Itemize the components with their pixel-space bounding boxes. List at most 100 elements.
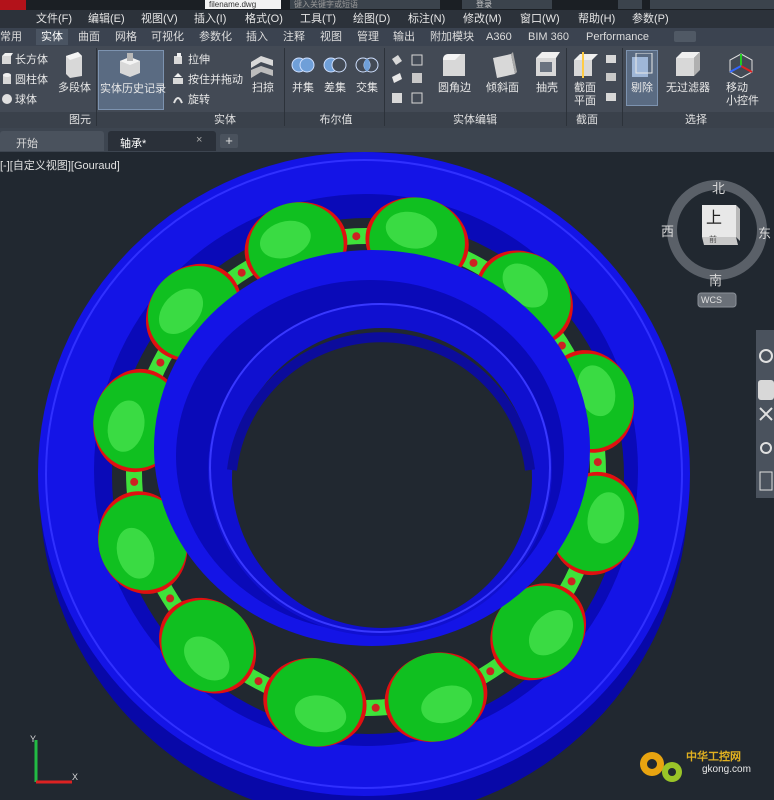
bearing-model xyxy=(38,152,690,800)
panel-divider xyxy=(96,48,97,126)
panel-label-selection: 选择 xyxy=(685,114,707,126)
menu-parameters[interactable]: 参数(P) xyxy=(632,12,669,26)
sphere-button[interactable]: 球体 xyxy=(15,94,37,107)
menu-edit[interactable]: 编辑(E) xyxy=(88,12,125,26)
subtract-button[interactable]: 差集 xyxy=(324,82,346,95)
tab-view[interactable]: 视图 xyxy=(320,29,342,45)
sign-in-button[interactable]: 登录 xyxy=(462,0,552,9)
panel-divider xyxy=(622,48,623,126)
new-tab-button[interactable]: + xyxy=(220,134,238,148)
panel-label-section: 截面 xyxy=(576,114,598,126)
union-button[interactable]: 并集 xyxy=(292,82,314,95)
polysolid-icon xyxy=(66,52,82,78)
close-tab-icon[interactable]: × xyxy=(196,134,202,146)
panel-label-solid: 实体 xyxy=(214,114,236,126)
tab-visualize[interactable]: 可视化 xyxy=(151,29,184,45)
panel-label-bar xyxy=(0,112,774,128)
menu-draw[interactable]: 绘图(D) xyxy=(353,12,390,26)
cage-rivet xyxy=(469,258,478,267)
shell-button[interactable]: 抽壳 xyxy=(536,82,558,95)
tab-solid[interactable]: 实体 xyxy=(36,29,68,45)
search-input[interactable]: 键入关键字或短语 xyxy=(290,0,440,9)
cage-rivet xyxy=(166,594,175,603)
cage-rivet xyxy=(130,477,139,486)
tab-addins[interactable]: 附加模块 xyxy=(430,29,474,45)
wcs-menu[interactable]: WCS xyxy=(701,295,722,305)
document-name-field[interactable]: filename.dwg xyxy=(205,0,281,9)
plus-icon: + xyxy=(225,133,233,148)
menu-modify[interactable]: 修改(M) xyxy=(463,12,502,26)
menu-help[interactable]: 帮助(H) xyxy=(578,12,615,26)
viewcube-south[interactable]: 南 xyxy=(709,270,722,289)
polysolid-button[interactable]: 多段体 xyxy=(58,82,91,95)
fillet-edge-button[interactable]: 圆角边 xyxy=(438,82,471,95)
tab-performance[interactable]: Performance xyxy=(586,29,649,45)
culling-icon xyxy=(632,53,653,77)
menu-dimension[interactable]: 标注(N) xyxy=(408,12,445,26)
taper-faces-icon xyxy=(493,52,517,78)
tab-parametric[interactable]: 参数化 xyxy=(199,29,232,45)
viewcube-top-face[interactable]: 上 xyxy=(706,204,722,228)
move-gizmo-button[interactable]: 移动 小控件 xyxy=(726,82,759,108)
edit-tools-icons[interactable] xyxy=(390,53,428,107)
menu-window[interactable]: 窗口(W) xyxy=(520,12,560,26)
cylinder-icon xyxy=(3,73,11,84)
tab-home[interactable]: 常用 xyxy=(0,29,22,45)
viewcube-east[interactable]: 东 xyxy=(758,223,771,242)
section-plane-icon xyxy=(574,52,598,78)
tab-annotate[interactable]: 注释 xyxy=(283,29,305,45)
menu-tools[interactable]: 工具(T) xyxy=(300,12,336,26)
panel-divider xyxy=(566,48,567,126)
quick-access-icons[interactable] xyxy=(32,0,192,9)
union-icon xyxy=(291,57,315,73)
cage-rivet xyxy=(371,703,380,712)
menu-view[interactable]: 视图(V) xyxy=(141,12,178,26)
tab-manage[interactable]: 管理 xyxy=(357,29,379,45)
presspull-button[interactable]: 按住并拖动 xyxy=(188,74,243,87)
ucs-y-label: Y xyxy=(30,734,37,744)
cage-rivet xyxy=(593,458,602,467)
cage-rivet xyxy=(352,232,361,241)
taper-faces-button[interactable]: 倾斜面 xyxy=(486,82,519,95)
revolve-button[interactable]: 旋转 xyxy=(188,94,210,107)
tab-overflow-button[interactable] xyxy=(674,31,696,42)
extrude-button[interactable]: 拉伸 xyxy=(188,54,210,67)
box-button[interactable]: 长方体 xyxy=(15,54,48,67)
panel-label-solid-editing: 实体编辑 xyxy=(453,114,497,126)
sweep-button[interactable]: 扫掠 xyxy=(252,82,274,95)
culling-label: 剔除 xyxy=(631,82,653,94)
tab-output[interactable]: 输出 xyxy=(393,29,415,45)
intersect-button[interactable]: 交集 xyxy=(356,82,378,95)
panel-divider xyxy=(384,48,385,126)
tab-surface[interactable]: 曲面 xyxy=(78,29,100,45)
window-controls[interactable] xyxy=(650,0,774,9)
cage-rivet xyxy=(156,358,165,367)
menu-insert[interactable]: 插入(I) xyxy=(194,12,226,26)
cage-rivet xyxy=(486,667,495,676)
menu-file[interactable]: 文件(F) xyxy=(36,12,72,26)
cage-rivet xyxy=(254,677,263,686)
section-plane-button[interactable]: 截面 平面 xyxy=(574,82,596,108)
fillet-edge-icon xyxy=(443,54,465,76)
navigation-bar-icons[interactable] xyxy=(756,330,774,498)
tab-bim360[interactable]: BIM 360 xyxy=(528,29,569,45)
revolve-icon xyxy=(173,97,183,104)
tab-a360[interactable]: A360 xyxy=(486,29,512,45)
panel-divider xyxy=(284,48,285,126)
help-icon[interactable] xyxy=(618,0,642,9)
cage-rivet xyxy=(237,268,246,277)
no-filter-dropdown[interactable]: 无过滤器 xyxy=(666,82,710,95)
panel-label-primitive: 图元 xyxy=(69,114,91,126)
inner-ring xyxy=(154,250,590,646)
cage-rivet xyxy=(567,577,576,586)
tab-mesh[interactable]: 网格 xyxy=(115,29,137,45)
gear-logo-icon xyxy=(640,752,682,782)
tab-insert[interactable]: 插入 xyxy=(246,29,268,45)
viewcube-west[interactable]: 西 xyxy=(661,221,674,240)
section-tools-icons[interactable] xyxy=(604,53,618,107)
extrude-icon xyxy=(174,53,182,64)
viewcube-north[interactable]: 北 xyxy=(712,178,725,197)
menu-format[interactable]: 格式(O) xyxy=(245,12,283,26)
cylinder-button[interactable]: 圆柱体 xyxy=(15,74,48,87)
ucs-x-label: X xyxy=(72,772,79,782)
